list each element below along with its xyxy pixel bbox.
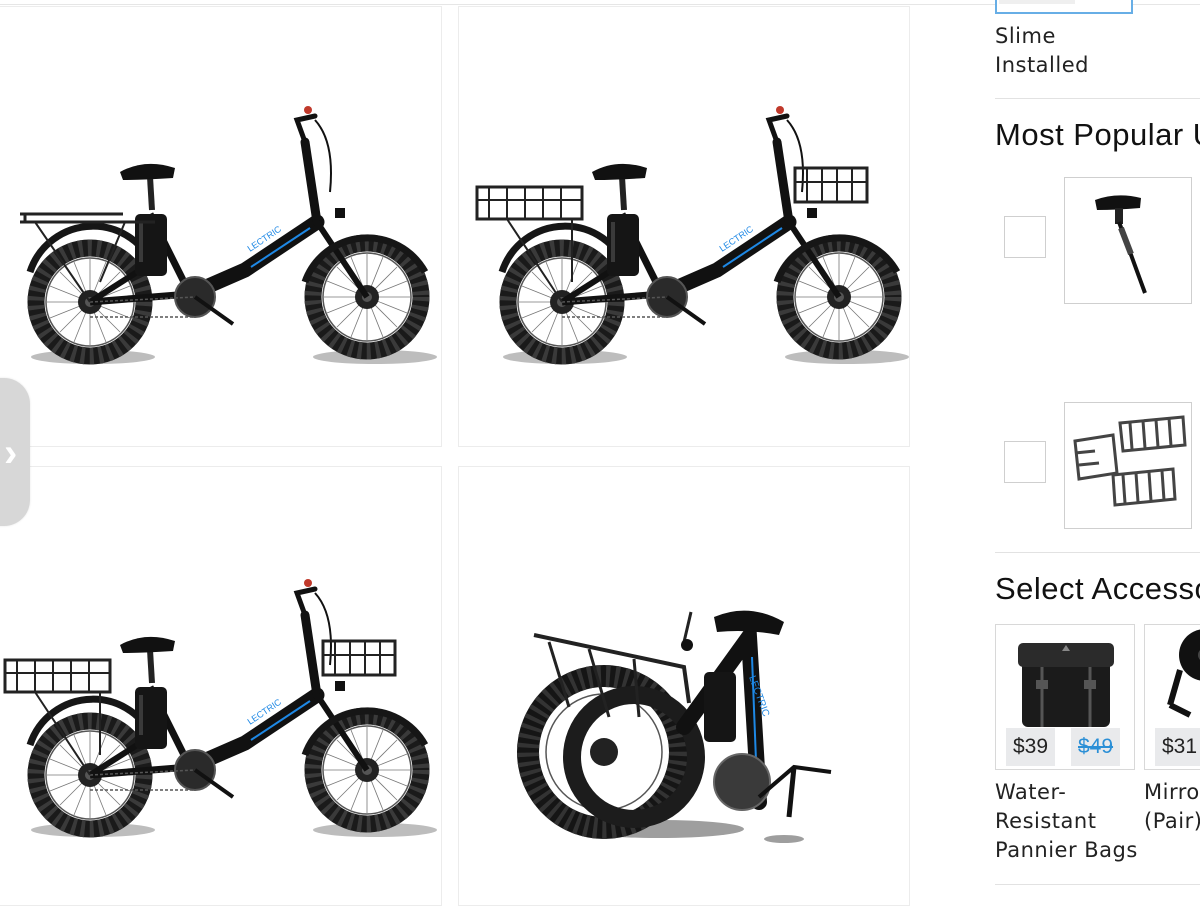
seatpost-suspension-icon bbox=[1095, 195, 1147, 294]
section-divider bbox=[995, 552, 1200, 553]
mirror-icon bbox=[1167, 629, 1200, 718]
accessory-price: $31 bbox=[1155, 728, 1200, 766]
chevron-right-icon: › bbox=[4, 431, 18, 475]
upgrade-checkbox-2[interactable] bbox=[1004, 441, 1046, 483]
variant-label: Slime Installed bbox=[995, 24, 1089, 77]
accessories-heading: Select Accesso bbox=[995, 571, 1200, 606]
accessory-card-pannier[interactable]: $39 $49 bbox=[995, 624, 1135, 770]
upgrade-thumbnail-1[interactable] bbox=[1064, 177, 1192, 304]
gallery-image-3[interactable]: LECTRIC bbox=[0, 466, 442, 906]
accessory-name-pannier[interactable]: Water- Resistant Pannier Bags bbox=[995, 778, 1138, 865]
accessory-name-mirror[interactable]: Mirror (Pair) bbox=[1144, 778, 1200, 836]
gallery-image-4[interactable]: LECTRIC bbox=[458, 466, 910, 906]
gallery-image-1[interactable]: LECTRIC bbox=[0, 6, 442, 447]
accessory-original-price: $49 bbox=[1071, 728, 1121, 766]
accessory-card-mirror[interactable]: $31 bbox=[1144, 624, 1200, 770]
upgrade-checkbox-1[interactable] bbox=[1004, 216, 1046, 258]
side-panel-handle[interactable]: › bbox=[0, 378, 30, 526]
gallery-image-2[interactable]: LECTRIC bbox=[458, 6, 910, 447]
upgrade-thumbnail-2[interactable] bbox=[1064, 402, 1192, 529]
accessory-price: $39 bbox=[1006, 728, 1056, 766]
section-divider bbox=[995, 98, 1200, 99]
basket-set-icon bbox=[1073, 415, 1187, 507]
pannier-bag-icon bbox=[1018, 643, 1114, 727]
most-popular-heading: Most Popular U bbox=[995, 117, 1200, 152]
section-divider bbox=[995, 884, 1200, 885]
variant-option-selected[interactable] bbox=[995, 0, 1133, 14]
product-options-panel: Slime Installed Most Popular U Select Ac… bbox=[995, 0, 1200, 900]
